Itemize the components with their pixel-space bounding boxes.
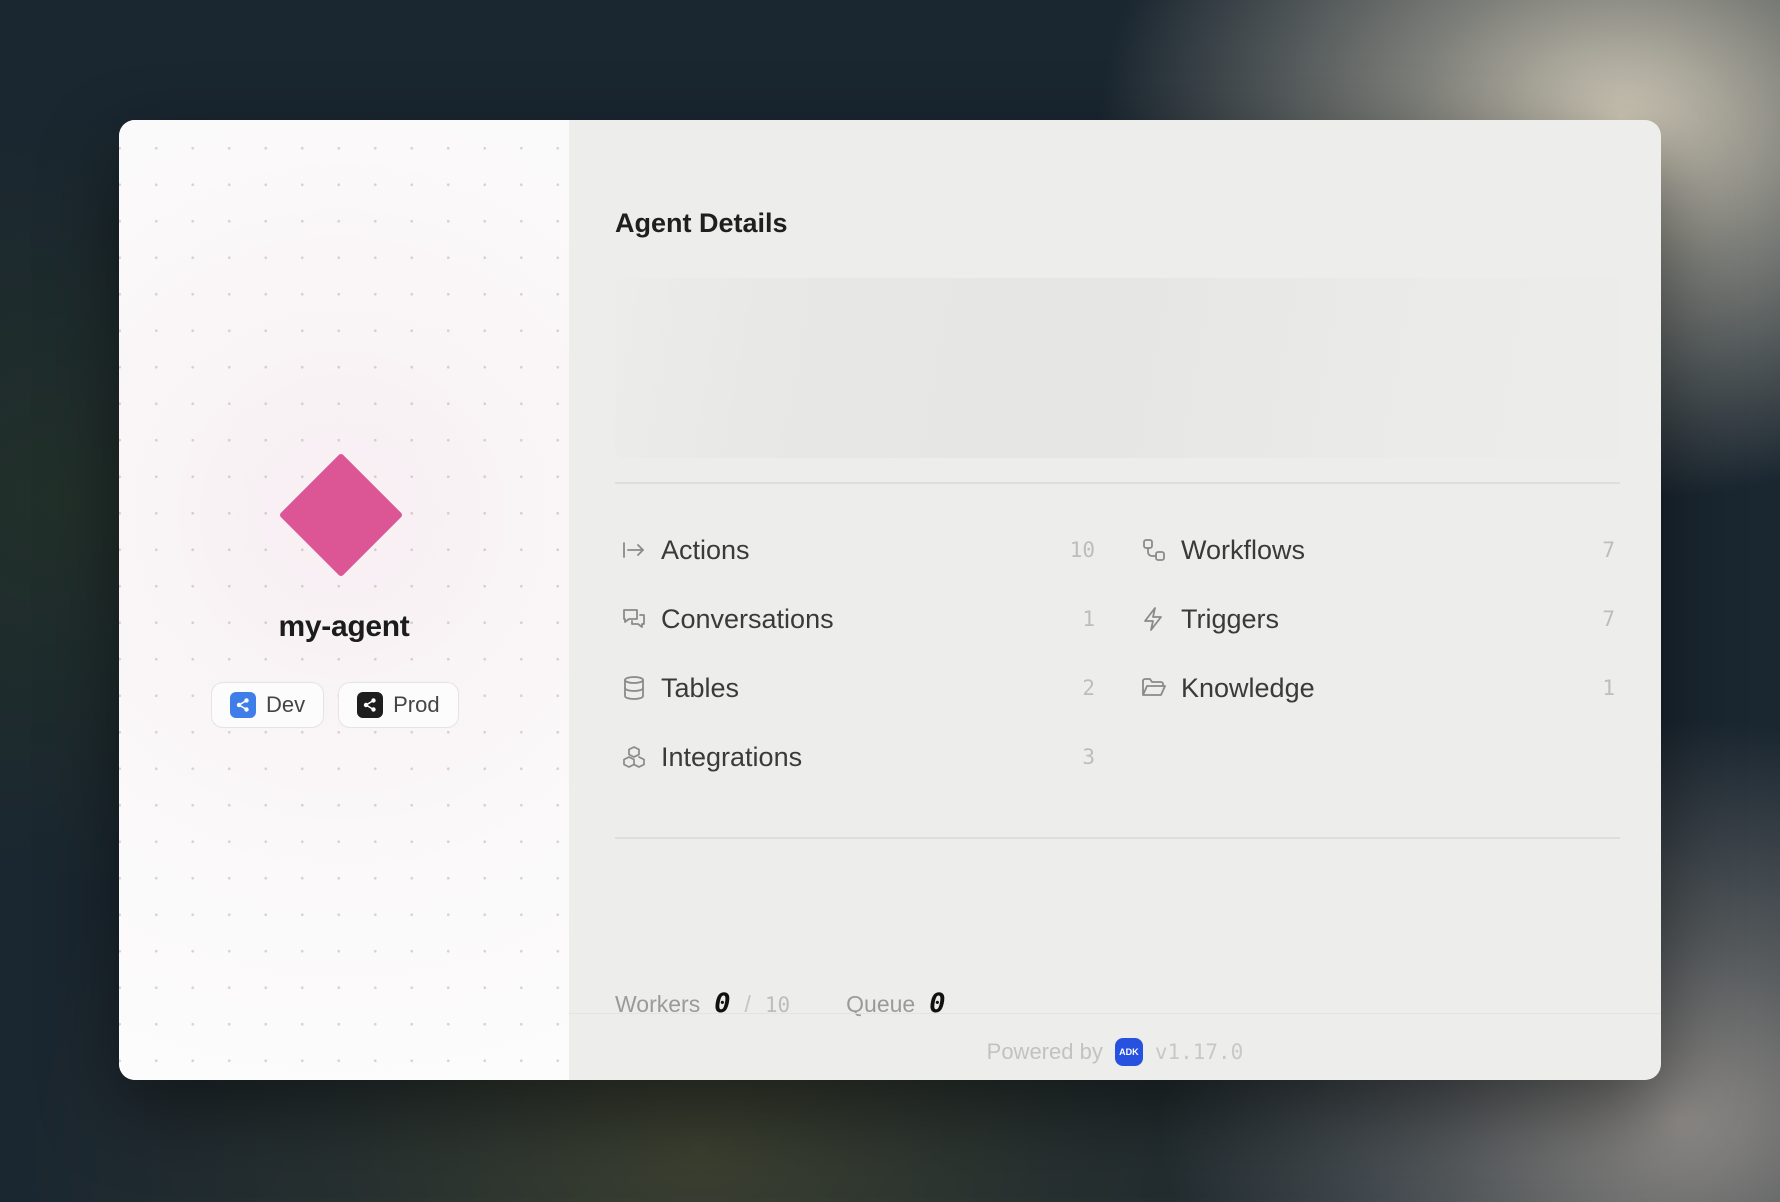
details-item-integrations[interactable]: Integrations 3 [615,727,1095,787]
details-item-count: 3 [1082,745,1095,769]
dev-environment-button[interactable]: Dev [211,682,325,728]
dot-grid-background [119,120,569,1080]
details-item-label: Knowledge [1181,672,1315,703]
divider [615,837,1620,839]
folder-open-icon [1139,673,1169,703]
adk-logo-icon: ADK [1114,1038,1143,1066]
share-icon [230,692,256,718]
details-item-label: Triggers [1181,603,1280,634]
details-item-label: Tables [661,672,740,703]
powered-by-label: Powered by [986,1039,1103,1064]
agent-sidebar: my-agent Dev Prod [119,120,569,1080]
details-item-count: 1 [1082,607,1095,631]
workers-value: 0 [714,988,731,1019]
details-item-label: Actions [661,534,750,565]
diamond-icon [278,452,404,578]
details-item-triggers[interactable]: Triggers 7 [1135,589,1615,649]
footer-divider [569,1013,1661,1014]
queue-value: 0 [929,988,946,1019]
details-item-count: 7 [1602,538,1615,562]
boxes-icon [619,742,649,772]
divider [615,482,1620,484]
details-item-count: 1 [1602,676,1615,700]
prod-environment-label: Prod [393,692,440,717]
details-item-count: 2 [1082,676,1095,700]
agent-avatar [278,452,404,578]
lightning-icon [1139,604,1169,634]
details-item-label: Integrations [661,741,803,772]
dev-environment-label: Dev [266,692,306,717]
database-icon [619,673,649,703]
environment-buttons: Dev Prod [211,682,459,728]
version-label: v1.17.0 [1154,1040,1244,1064]
agent-window: my-agent Dev Prod Agent Details Actions … [119,120,1661,1080]
agent-name: my-agent [278,610,410,643]
workflow-icon [1139,535,1169,565]
worker-stats: Workers 0 / 10 Queue 0 [615,988,945,1019]
share-icon [357,692,384,718]
footer: Powered by ADK v1.17.0 [569,1038,1661,1066]
details-item-actions[interactable]: Actions 10 [615,520,1095,580]
arrow-right-to-line-icon [619,535,649,565]
agent-details-panel: Agent Details Actions 10 Workflows 7 Con… [569,120,1661,1080]
details-item-workflows[interactable]: Workflows 7 [1135,520,1615,580]
details-item-count: 10 [1069,538,1095,562]
page-title: Agent Details [615,208,788,238]
chat-bubbles-icon [619,604,649,634]
details-item-label: Workflows [1181,534,1306,565]
details-item-knowledge[interactable]: Knowledge 1 [1135,658,1615,718]
prod-environment-button[interactable]: Prod [338,682,459,728]
details-item-tables[interactable]: Tables 2 [615,658,1095,718]
loading-placeholder [615,278,1620,458]
details-item-conversations[interactable]: Conversations 1 [615,589,1095,649]
details-item-label: Conversations [661,603,834,634]
details-item-count: 7 [1602,607,1615,631]
